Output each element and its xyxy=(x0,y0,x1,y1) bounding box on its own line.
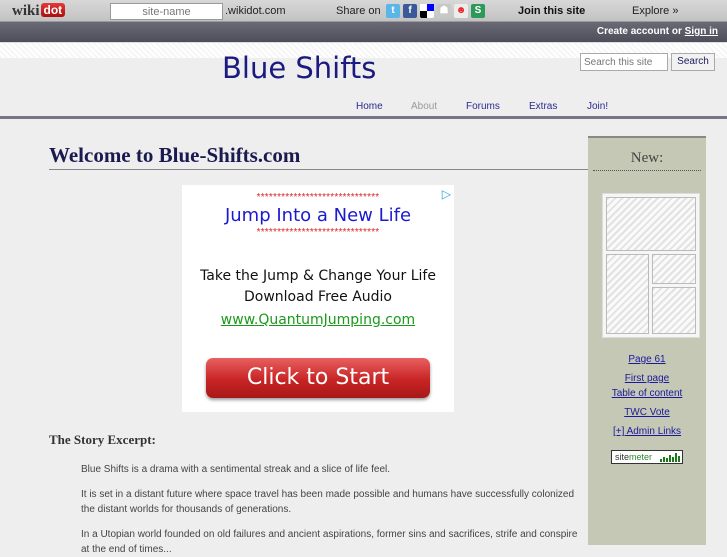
site-title[interactable]: Blue Shifts xyxy=(222,51,376,85)
adchoices-icon[interactable]: ▷ xyxy=(442,187,451,201)
ad-stars-top: ****************************** xyxy=(256,192,380,203)
sign-in-link[interactable]: Sign in xyxy=(685,26,718,37)
account-bar: Create account or Sign in xyxy=(0,22,727,42)
sitemeter-text: site xyxy=(615,452,630,462)
sitemeter-text: meter xyxy=(629,452,653,462)
section-title: The Story Excerpt: xyxy=(49,432,156,447)
top-nav: Home About Forums Extras Join! xyxy=(0,101,727,115)
logo-text: wiki xyxy=(12,3,40,19)
join-site-link[interactable]: Join this site xyxy=(518,5,585,17)
share-label: Share on xyxy=(336,5,381,17)
ad-stars-bottom: ****************************** xyxy=(256,227,380,238)
nav-extras[interactable]: Extras xyxy=(529,101,557,112)
sitemeter-bars-icon xyxy=(660,453,680,462)
ad-text-line: Take the Jump & Change Your Life xyxy=(200,268,436,284)
search-input[interactable] xyxy=(580,53,668,71)
title-divider xyxy=(49,169,588,170)
digg-icon[interactable]: ☗ xyxy=(437,4,451,18)
story-paragraph: Blue Shifts is a drama with a sentimenta… xyxy=(81,464,391,475)
nav-forums[interactable]: Forums xyxy=(466,101,500,112)
sidebar-link-table-of-content[interactable]: Table of content xyxy=(588,388,706,399)
share-icons: t f ☗ ☻ S xyxy=(386,4,485,18)
ad-headline[interactable]: Jump Into a New Life xyxy=(182,205,454,227)
nav-about[interactable]: About xyxy=(411,101,437,112)
logo-badge: dot xyxy=(40,3,66,17)
comic-panel xyxy=(606,254,649,334)
domain-suffix: .wikidot.com xyxy=(225,5,286,17)
page-title: Welcome to Blue-Shifts.com xyxy=(49,143,301,167)
sitemeter-badge[interactable]: sitemeter xyxy=(611,450,683,464)
ad-click-to-start-button[interactable]: Click to Start xyxy=(206,358,430,398)
sidebar-link-first-page[interactable]: First page xyxy=(588,373,706,384)
page-margin xyxy=(706,136,727,545)
wikidot-toolbar: wikidot .wikidot.com Share on t f ☗ ☻ S … xyxy=(0,0,727,22)
ad-text-line: Download Free Audio xyxy=(244,289,392,305)
stumbleupon-icon[interactable]: S xyxy=(471,4,485,18)
nav-home[interactable]: Home xyxy=(356,101,383,112)
reddit-icon[interactable]: ☻ xyxy=(454,4,468,18)
sidebar-link-page-61[interactable]: Page 61 xyxy=(588,354,706,365)
ad-url-link[interactable]: www.QuantumJumping.com xyxy=(221,309,415,331)
comic-panel xyxy=(652,254,696,284)
sidebar-link-twc-vote[interactable]: TWC Vote xyxy=(588,407,706,418)
delicious-icon[interactable] xyxy=(420,4,434,18)
story-paragraph: It is set in a distant future where spac… xyxy=(81,489,575,515)
header-divider xyxy=(0,116,727,119)
create-account-link[interactable]: Create account or xyxy=(597,26,682,37)
sidebar: New: Page 61 First page Table of content… xyxy=(588,136,706,545)
explore-link[interactable]: Explore » xyxy=(632,5,678,17)
nav-join[interactable]: Join! xyxy=(587,101,608,112)
search-button[interactable]: Search xyxy=(671,53,715,71)
site-name-input[interactable] xyxy=(110,3,223,20)
comic-panel xyxy=(652,287,696,334)
story-paragraph: In a Utopian world founded on old failur… xyxy=(81,529,578,555)
facebook-icon[interactable]: f xyxy=(403,4,417,18)
sidebar-divider xyxy=(593,170,701,171)
account-links: Create account or Sign in xyxy=(597,26,718,37)
advertisement[interactable]: ▷ ****************************** Jump In… xyxy=(182,185,454,412)
latest-page-thumbnail[interactable] xyxy=(602,193,700,338)
wikidot-logo[interactable]: wiki dot xyxy=(12,3,66,20)
comic-panel xyxy=(606,197,696,251)
twitter-icon[interactable]: t xyxy=(386,4,400,18)
sidebar-heading: New: xyxy=(630,150,664,166)
sidebar-link-admin-links[interactable]: [+] Admin Links xyxy=(588,426,706,437)
